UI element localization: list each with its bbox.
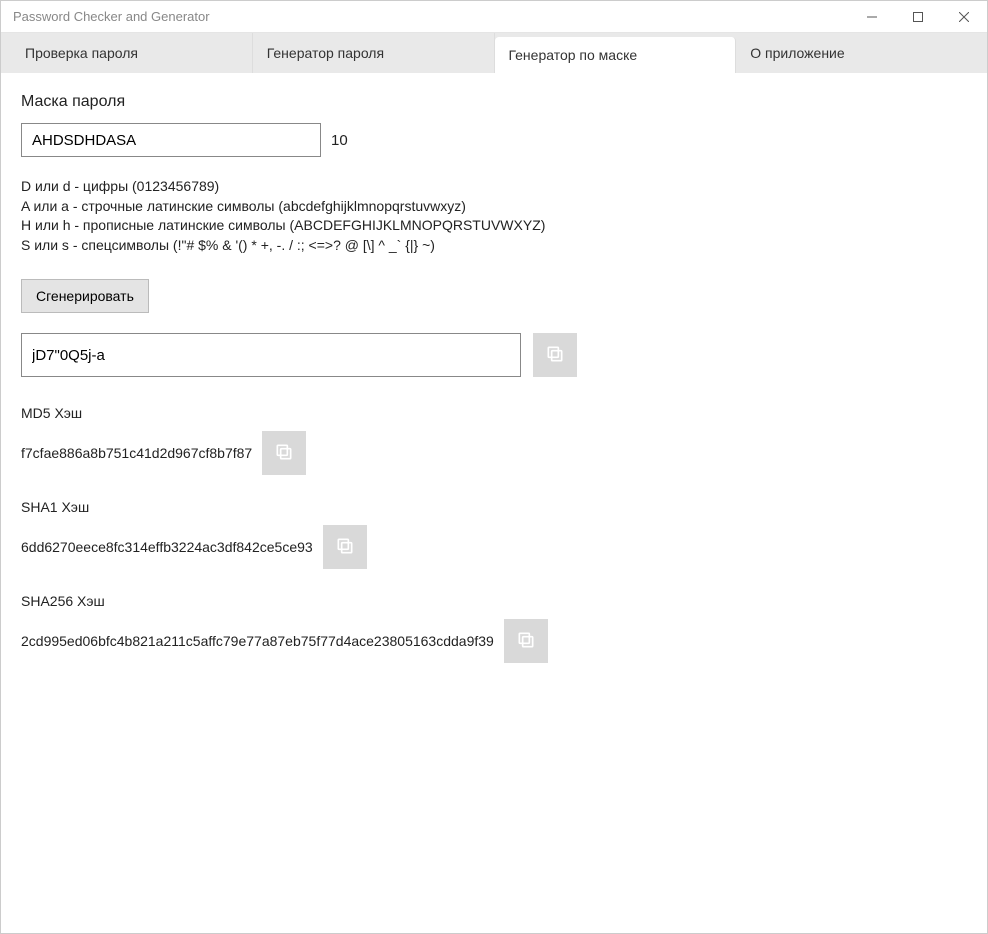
copy-sha1-button[interactable] [323, 525, 367, 569]
mask-input[interactable] [21, 123, 321, 157]
sha1-value: 6dd6270eece8fc314effb3224ac3df842ce5ce93 [21, 539, 313, 555]
mask-input-row: 10 [21, 123, 967, 157]
md5-block: MD5 Хэш f7cfae886a8b751c41d2d967cf8b7f87 [21, 405, 967, 475]
close-button[interactable] [941, 1, 987, 32]
hint-special: S или s - спецсимволы (!"# $% & '() * +,… [21, 236, 967, 256]
minimize-button[interactable] [849, 1, 895, 32]
md5-value: f7cfae886a8b751c41d2d967cf8b7f87 [21, 445, 252, 461]
hint-digits: D или d - цифры (0123456789) [21, 177, 967, 197]
tab-generator[interactable]: Генератор пароля [253, 33, 495, 73]
hint-uppercase: H или h - прописные латинские символы (A… [21, 216, 967, 236]
tab-label: Генератор пароля [267, 45, 384, 61]
window-title: Password Checker and Generator [13, 9, 210, 24]
mask-hints: D или d - цифры (0123456789) A или a - с… [21, 177, 967, 255]
tab-about[interactable]: О приложение [736, 33, 977, 73]
maximize-button[interactable] [895, 1, 941, 32]
tab-label: Проверка пароля [25, 45, 138, 61]
tab-mask-generator[interactable]: Генератор по маске [495, 37, 737, 73]
hint-lowercase: A или a - строчные латинские символы (ab… [21, 197, 967, 217]
main-content: Маска пароля 10 D или d - цифры (0123456… [1, 73, 987, 707]
sha1-label: SHA1 Хэш [21, 499, 967, 515]
copy-icon [335, 536, 355, 559]
mask-section-label: Маска пароля [21, 93, 967, 111]
copy-md5-button[interactable] [262, 431, 306, 475]
sha256-value: 2cd995ed06bfc4b821a211c5affc79e77a87eb75… [21, 633, 494, 649]
md5-label: MD5 Хэш [21, 405, 967, 421]
tab-bar: Проверка пароля Генератор пароля Генерат… [1, 33, 987, 73]
sha256-block: SHA256 Хэш 2cd995ed06bfc4b821a211c5affc7… [21, 593, 967, 663]
copy-sha256-button[interactable] [504, 619, 548, 663]
tab-check-password[interactable]: Проверка пароля [11, 33, 253, 73]
sha1-block: SHA1 Хэш 6dd6270eece8fc314effb3224ac3df8… [21, 499, 967, 569]
tab-label: Генератор по маске [509, 47, 638, 63]
copy-password-button[interactable] [533, 333, 577, 377]
generate-button[interactable]: Сгенерировать [21, 279, 149, 313]
copy-icon [545, 344, 565, 367]
copy-icon [274, 442, 294, 465]
generated-password-output[interactable] [21, 333, 521, 377]
sha256-label: SHA256 Хэш [21, 593, 967, 609]
window-controls [849, 1, 987, 32]
mask-length-count: 10 [331, 132, 348, 149]
titlebar: Password Checker and Generator [1, 1, 987, 33]
tab-label: О приложение [750, 45, 844, 61]
result-row [21, 333, 967, 377]
copy-icon [516, 630, 536, 653]
